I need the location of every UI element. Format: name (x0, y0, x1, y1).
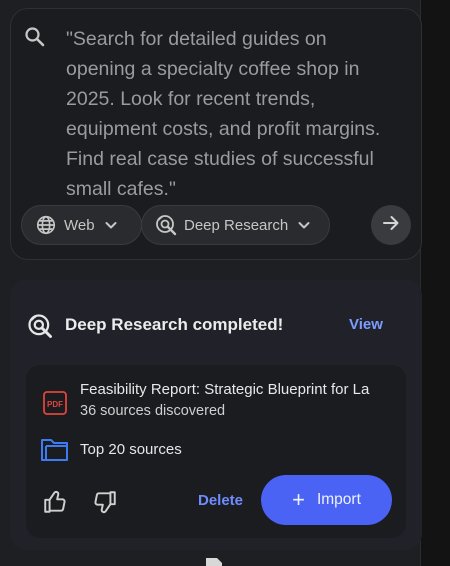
folder-icon (40, 435, 70, 463)
app-panel: "Search for detailed guides on opening a… (0, 0, 450, 566)
import-button[interactable]: + Import (261, 475, 392, 525)
thumbs-down-icon[interactable] (92, 489, 118, 515)
deep-research-icon (26, 312, 54, 340)
chevron-down-icon (103, 217, 119, 233)
search-query-card: "Search for detailed guides on opening a… (10, 8, 422, 260)
import-button-label: Import (316, 491, 361, 508)
right-rail (420, 0, 450, 566)
plus-icon: + (292, 487, 305, 512)
search-query-text[interactable]: "Search for detailed guides on opening a… (66, 24, 396, 204)
result-status-title: Deep Research completed! (65, 315, 284, 334)
mode-chip-label: Deep Research (184, 216, 289, 234)
chevron-down-icon (296, 217, 312, 233)
source-chip-label: Web (64, 216, 95, 234)
mode-dropdown-deep-research[interactable]: Deep Research (141, 205, 330, 245)
search-icon (23, 25, 47, 49)
report-title[interactable]: Feasibility Report: Strategic Blueprint … (80, 381, 402, 398)
thumbs-up-icon[interactable] (42, 489, 68, 515)
delete-button[interactable]: Delete (198, 492, 243, 509)
top-sources-label[interactable]: Top 20 sources (80, 441, 182, 458)
view-report-link[interactable]: View (349, 316, 383, 333)
globe-icon (34, 213, 58, 237)
document-icon (205, 556, 223, 566)
deep-research-result-card: Deep Research completed! View PDF Feasib… (10, 280, 422, 550)
sources-discovered-count: 36 sources discovered (80, 403, 226, 419)
deep-research-icon (154, 213, 178, 237)
pdf-file-icon: PDF (42, 390, 68, 416)
send-button[interactable] (371, 205, 411, 245)
arrow-right-icon (381, 213, 401, 238)
svg-text:PDF: PDF (47, 400, 63, 409)
report-summary: PDF Feasibility Report: Strategic Bluepr… (26, 365, 406, 538)
source-dropdown-web[interactable]: Web (21, 205, 142, 245)
